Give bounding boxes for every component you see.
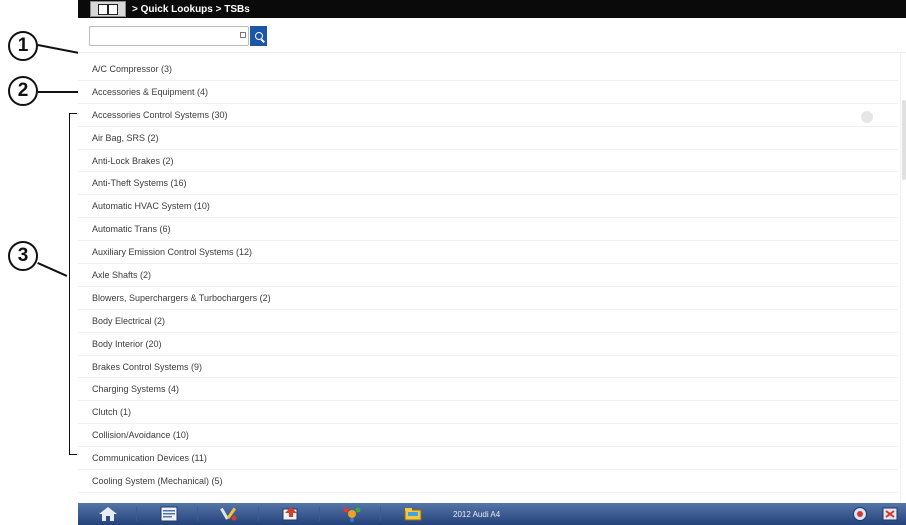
search-button[interactable] <box>250 26 267 46</box>
callout-3-leader <box>37 262 68 277</box>
book-icon[interactable] <box>90 1 126 17</box>
divider <box>197 507 198 521</box>
clear-icon[interactable] <box>240 32 246 38</box>
list-item[interactable]: Axle Shafts (2) <box>78 264 898 287</box>
list-item[interactable]: Collision/Avoidance (10) <box>78 424 898 448</box>
network-button[interactable] <box>328 504 376 524</box>
list-button[interactable] <box>145 504 193 524</box>
list-item[interactable]: Accessories & Equipment (4) <box>78 81 898 104</box>
tsb-screen: > Quick Lookups > TSBs A/C Compressor (3… <box>78 0 906 525</box>
divider <box>258 507 259 521</box>
list-item[interactable]: Anti-Lock Brakes (2) <box>78 150 898 173</box>
search-icon <box>254 32 263 40</box>
home-button[interactable] <box>84 504 132 524</box>
divider <box>136 507 137 521</box>
exit-button[interactable] <box>878 505 902 523</box>
folder-button[interactable] <box>389 504 437 524</box>
home-icon <box>99 507 117 521</box>
divider <box>78 52 906 53</box>
breadcrumb: > Quick Lookups > TSBs <box>132 3 250 15</box>
taskbar: 2012 Audi A4 <box>78 503 906 525</box>
list-item[interactable]: Anti-Theft Systems (16) <box>78 172 898 196</box>
tools-button[interactable] <box>206 504 254 524</box>
list-item[interactable]: Body Electrical (2) <box>78 310 898 333</box>
callout-3-bracket <box>69 113 77 455</box>
tools-icon <box>220 507 237 521</box>
list-item[interactable]: Blowers, Superchargers & Turbochargers (… <box>78 287 898 310</box>
list-item[interactable]: Communication Devices (11) <box>78 447 898 471</box>
callout-1: 1 <box>8 31 38 61</box>
data-icon <box>282 507 298 521</box>
callout-2: 2 <box>8 76 38 106</box>
vehicle-label: 2012 Audi A4 <box>453 509 501 519</box>
data-button[interactable] <box>267 504 315 524</box>
divider <box>380 507 381 521</box>
scroll-handle[interactable] <box>861 111 873 123</box>
list-item[interactable]: Cooling System (Mechanical) (5) <box>78 470 898 493</box>
exit-icon <box>882 507 898 521</box>
folder-icon <box>404 508 422 521</box>
title-bar: > Quick Lookups > TSBs <box>78 0 906 18</box>
tsb-category-list: A/C Compressor (3) Accessories & Equipme… <box>78 58 898 493</box>
list-item[interactable]: Automatic HVAC System (10) <box>78 195 898 219</box>
help-icon <box>853 507 867 521</box>
taskbar-right <box>842 505 902 523</box>
list-item[interactable]: Auxiliary Emission Control Systems (12) <box>78 241 898 265</box>
callout-3: 3 <box>8 241 38 271</box>
list-icon <box>160 506 178 522</box>
network-icon <box>343 507 361 522</box>
list-item[interactable]: Accessories Control Systems (30) <box>78 104 898 127</box>
list-item[interactable]: Air Bag, SRS (2) <box>78 127 898 150</box>
list-item[interactable]: Body Interior (20) <box>78 333 898 356</box>
list-item[interactable]: Automatic Trans (6) <box>78 218 898 242</box>
scrollbar[interactable] <box>902 100 906 180</box>
help-button[interactable] <box>848 505 872 523</box>
list-item[interactable]: Charging Systems (4) <box>78 378 898 402</box>
search-input[interactable] <box>89 26 249 46</box>
list-item[interactable]: Clutch (1) <box>78 401 898 425</box>
list-item[interactable]: Brakes Control Systems (9) <box>78 356 898 379</box>
divider <box>900 53 901 502</box>
list-item[interactable]: A/C Compressor (3) <box>78 58 898 81</box>
divider <box>319 507 320 521</box>
